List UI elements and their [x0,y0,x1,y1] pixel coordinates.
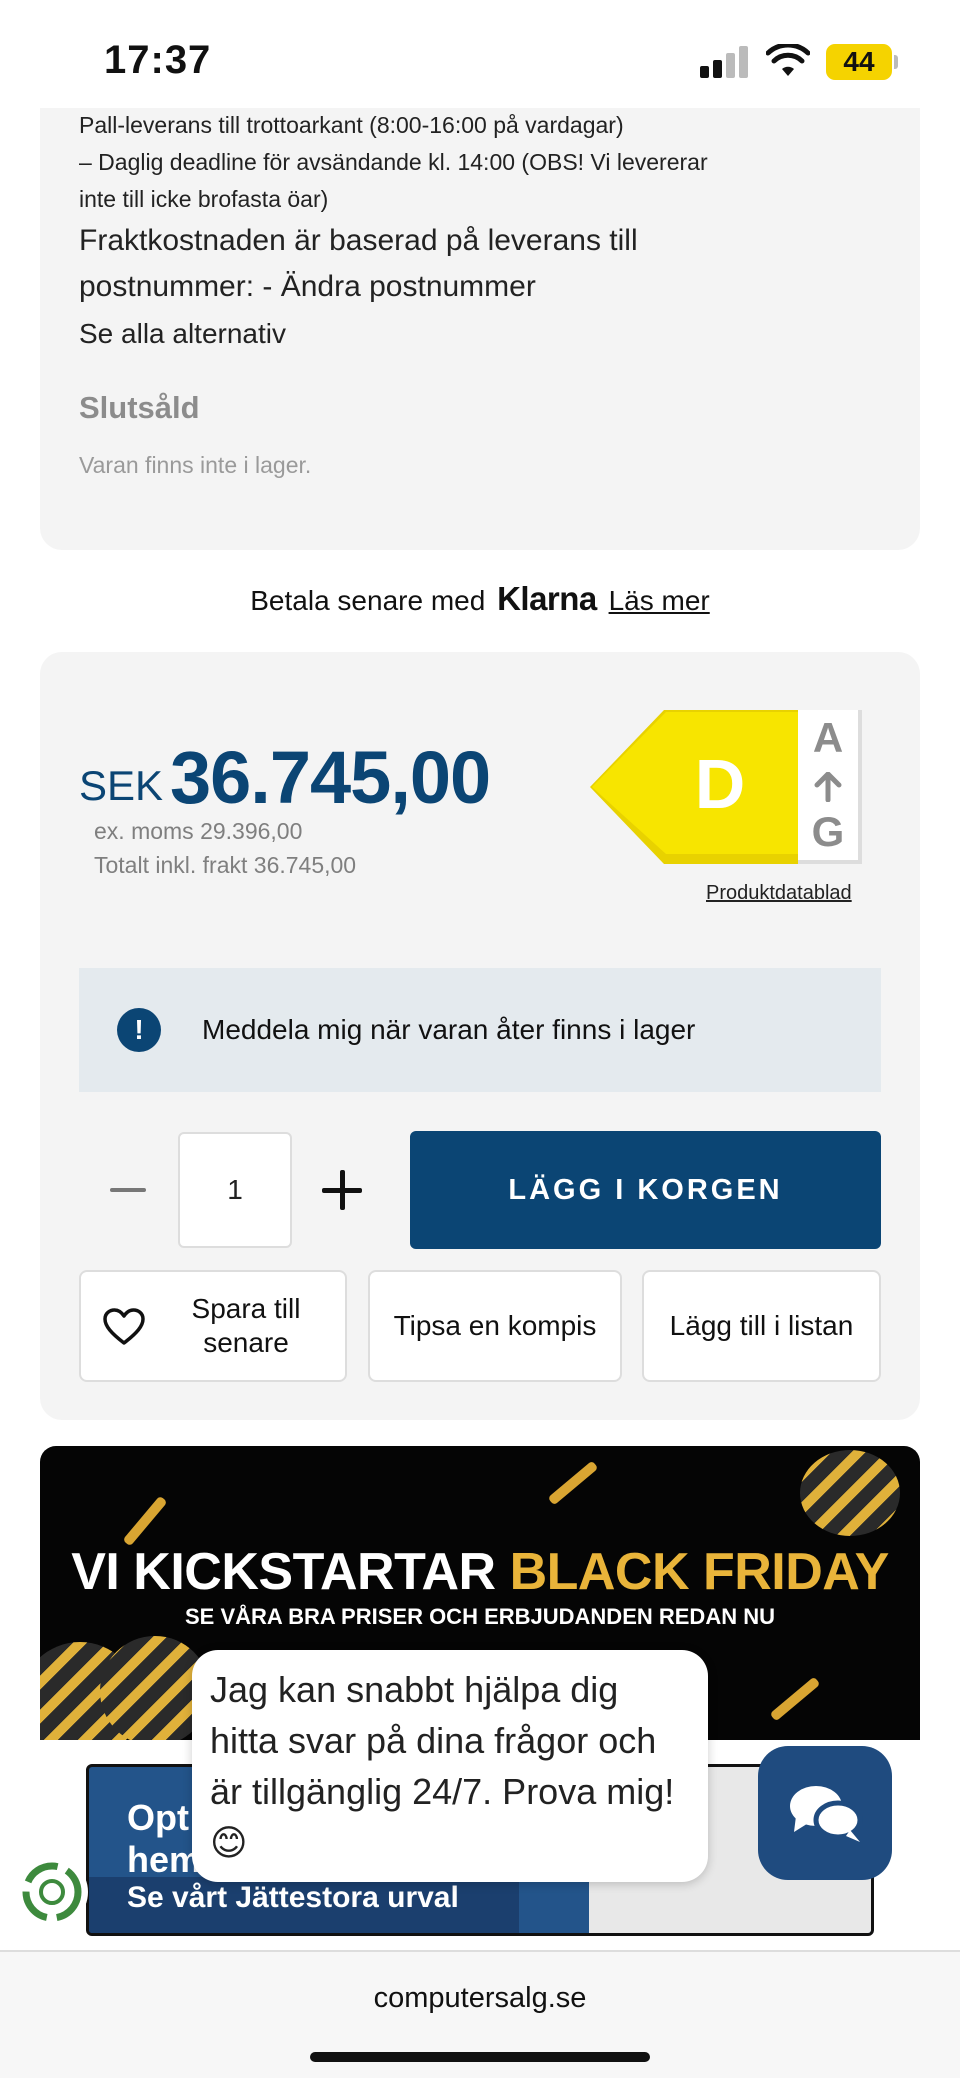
promo-subheading: Se vårt Jättestora urval [127,1881,459,1914]
klarna-logo: Klarna [497,580,597,617]
price-amount: 36.745,00 [170,736,491,819]
signal-icon [700,46,752,78]
notify-text: Meddela mig när varan åter finns i lager [202,1014,696,1045]
shipping-line: inte till icke brofasta öar) [79,186,329,212]
quantity-decrease-button[interactable] [104,1166,152,1214]
shipping-line: – Daglig deadline för avsändande kl. 14:… [79,149,708,175]
chat-button[interactable] [758,1746,892,1880]
klarna-prefix: Betala senare med [250,585,486,616]
tell-a-friend-label: Tipsa en kompis [393,1310,597,1341]
heart-icon [103,1308,145,1345]
confetti [769,1676,821,1722]
banner-title: VI KICKSTARTAR BLACK FRIDAY [71,1543,889,1601]
stock-status: Slutsåld [79,390,200,425]
change-postcode-link[interactable]: postnummer: - Ändra postnummer [79,270,536,304]
add-to-cart-button[interactable]: LÄGG I KORGEN [410,1131,881,1249]
recycle-icon[interactable] [16,1856,88,1928]
balloon [800,1450,900,1536]
energy-class: D [694,745,746,823]
shipping-line: Pall-leverans till trottoarkant (8:00-16… [79,112,624,138]
price-currency: SEK [79,762,164,809]
energy-scale-top: A [812,714,844,761]
status-bar: 17:37 44 [0,0,960,118]
promo-heading: Opt hem [127,1797,202,1880]
browser-bottom-bar: computersalg.se [0,1950,960,2078]
product-datasheet-link[interactable]: Produktdatablad [706,882,852,905]
energy-scale: A G [798,710,862,864]
chat-prompt-bubble[interactable]: Jag kan snabbt hjälpa dig hitta svar på … [192,1650,708,1882]
shipping-cost-line: Fraktkostnaden är baserad på leverans ti… [79,224,638,257]
alert-icon: ! [117,1008,161,1052]
stock-note: Varan finns inte i lager. [79,452,312,478]
save-for-later-button[interactable]: Spara till senare [79,1270,347,1382]
status-time: 17:37 [104,38,212,82]
klarna-read-more-link[interactable]: Läs mer [609,585,710,616]
add-to-list-button[interactable]: Lägg till i listan [642,1270,881,1382]
save-for-later-label: Spara till senare [191,1293,301,1358]
battery-icon: 44 [826,44,892,80]
banner-subtitle: SE VÅRA BRA PRISER OCH ERBJUDANDEN REDAN… [185,1604,775,1629]
energy-scale-bottom: G [811,808,845,855]
tell-a-friend-button[interactable]: Tipsa en kompis [368,1270,622,1382]
wifi-icon [766,44,810,76]
add-to-list-label: Lägg till i listan [669,1310,854,1341]
notify-when-in-stock[interactable]: ! Meddela mig när varan åter finns i lag… [79,968,881,1092]
quantity-input[interactable]: 1 [178,1132,292,1248]
chat-icon [790,1786,863,1842]
home-indicator[interactable] [310,2052,650,2062]
price-ex-vat: ex. moms 29.396,00 [94,818,303,844]
klarna-row: Betala senare med Klarna Läs mer [0,580,960,618]
arrow-up-icon [814,772,842,802]
confetti [122,1495,168,1547]
see-all-options-link[interactable]: Se alla alternativ [79,318,286,350]
battery-cap [894,55,898,69]
price-total-incl-shipping: Totalt inkl. frakt 36.745,00 [94,852,357,878]
address-bar[interactable]: computersalg.se [0,1982,960,2015]
energy-label[interactable]: D A G [590,710,862,864]
confetti [547,1460,599,1506]
quantity-increase-button[interactable] [318,1166,366,1214]
